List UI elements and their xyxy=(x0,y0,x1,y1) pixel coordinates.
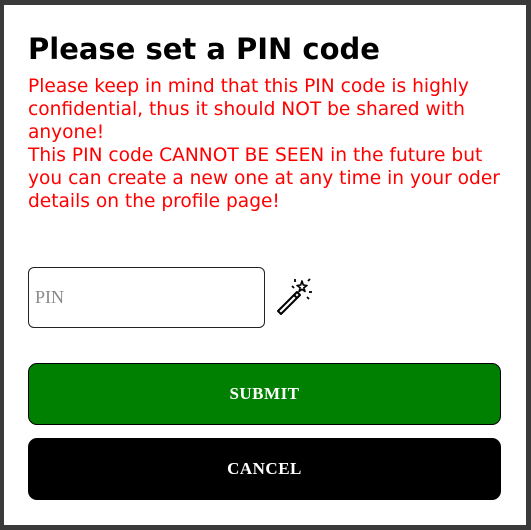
warning-text-confidential: Please keep in mind that this PIN code i… xyxy=(28,76,469,143)
cancel-button-label: CANCEL xyxy=(227,459,302,478)
pin-dialog: Please set a PIN code Please keep in min… xyxy=(4,5,526,525)
submit-button[interactable]: SUBMIT xyxy=(28,363,501,425)
confidentiality-warning: Please keep in mind that this PIN code i… xyxy=(28,75,508,213)
warning-text-not-visible: This PIN code CANNOT BE SEEN in the futu… xyxy=(28,145,500,212)
cancel-button[interactable]: CANCEL xyxy=(28,438,501,500)
dialog-title: Please set a PIN code xyxy=(28,32,380,66)
submit-button-label: SUBMIT xyxy=(229,384,300,403)
pin-input[interactable] xyxy=(28,267,265,328)
magic-wand-icon[interactable] xyxy=(274,277,314,317)
